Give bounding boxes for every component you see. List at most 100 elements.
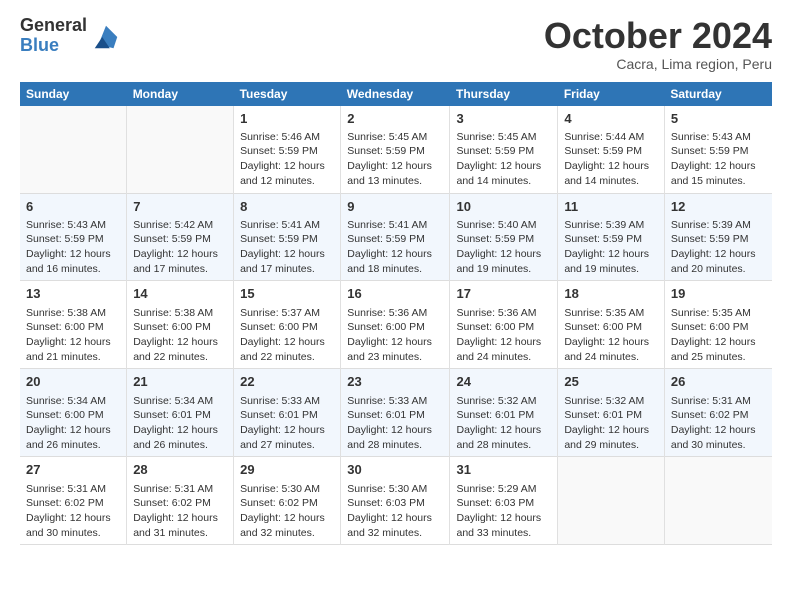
day-info-line: Sunrise: 5:32 AM	[564, 394, 658, 409]
week-row-1: 1Sunrise: 5:46 AMSunset: 5:59 PMDaylight…	[20, 106, 772, 193]
cell-w3-d5: 17Sunrise: 5:36 AMSunset: 6:00 PMDayligh…	[450, 281, 558, 369]
day-info-line: Sunset: 5:59 PM	[564, 144, 658, 159]
calendar-table: Sunday Monday Tuesday Wednesday Thursday…	[20, 82, 772, 546]
day-info-line: Daylight: 12 hours and 32 minutes.	[240, 511, 334, 540]
day-info-line: Daylight: 12 hours and 19 minutes.	[564, 247, 658, 276]
day-number: 28	[133, 461, 227, 479]
cell-w2-d1: 6Sunrise: 5:43 AMSunset: 5:59 PMDaylight…	[20, 193, 127, 281]
day-number: 20	[26, 373, 120, 391]
day-info-line: Daylight: 12 hours and 23 minutes.	[347, 335, 443, 364]
day-info-line: Sunset: 6:00 PM	[347, 320, 443, 335]
day-info-line: Sunrise: 5:33 AM	[240, 394, 334, 409]
day-info-line: Sunrise: 5:30 AM	[240, 482, 334, 497]
day-info-line: Daylight: 12 hours and 26 minutes.	[133, 423, 227, 452]
cell-w3-d7: 19Sunrise: 5:35 AMSunset: 6:00 PMDayligh…	[664, 281, 772, 369]
cell-w3-d1: 13Sunrise: 5:38 AMSunset: 6:00 PMDayligh…	[20, 281, 127, 369]
cell-w5-d5: 31Sunrise: 5:29 AMSunset: 6:03 PMDayligh…	[450, 457, 558, 545]
day-number: 5	[671, 110, 766, 128]
day-number: 16	[347, 285, 443, 303]
cell-w2-d3: 8Sunrise: 5:41 AMSunset: 5:59 PMDaylight…	[234, 193, 341, 281]
day-info-line: Daylight: 12 hours and 14 minutes.	[456, 159, 551, 188]
cell-w2-d2: 7Sunrise: 5:42 AMSunset: 5:59 PMDaylight…	[127, 193, 234, 281]
day-number: 27	[26, 461, 120, 479]
month-title: October 2024	[544, 16, 772, 56]
day-info-line: Sunset: 6:01 PM	[564, 408, 658, 423]
day-info-line: Sunrise: 5:41 AM	[240, 218, 334, 233]
header-row: Sunday Monday Tuesday Wednesday Thursday…	[20, 82, 772, 106]
day-number: 23	[347, 373, 443, 391]
day-info-line: Sunset: 5:59 PM	[133, 232, 227, 247]
cell-w3-d2: 14Sunrise: 5:38 AMSunset: 6:00 PMDayligh…	[127, 281, 234, 369]
cell-w1-d7: 5Sunrise: 5:43 AMSunset: 5:59 PMDaylight…	[664, 106, 772, 193]
logo-text: General Blue	[20, 16, 87, 56]
day-info-line: Sunset: 6:03 PM	[347, 496, 443, 511]
cell-w3-d6: 18Sunrise: 5:35 AMSunset: 6:00 PMDayligh…	[558, 281, 665, 369]
cell-w5-d6	[558, 457, 665, 545]
day-info-line: Sunset: 6:00 PM	[240, 320, 334, 335]
cell-w2-d7: 12Sunrise: 5:39 AMSunset: 5:59 PMDayligh…	[664, 193, 772, 281]
day-info-line: Sunset: 6:02 PM	[133, 496, 227, 511]
header: General Blue October 2024 Cacra, Lima re…	[20, 16, 772, 72]
col-wednesday: Wednesday	[341, 82, 450, 106]
day-number: 8	[240, 198, 334, 216]
day-info-line: Daylight: 12 hours and 28 minutes.	[456, 423, 551, 452]
day-info-line: Daylight: 12 hours and 22 minutes.	[240, 335, 334, 364]
day-number: 22	[240, 373, 334, 391]
day-info-line: Sunrise: 5:31 AM	[133, 482, 227, 497]
day-info-line: Daylight: 12 hours and 30 minutes.	[671, 423, 766, 452]
day-info-line: Sunrise: 5:40 AM	[456, 218, 551, 233]
cell-w5-d4: 30Sunrise: 5:30 AMSunset: 6:03 PMDayligh…	[341, 457, 450, 545]
day-info-line: Sunrise: 5:29 AM	[456, 482, 551, 497]
day-info-line: Sunrise: 5:45 AM	[347, 130, 443, 145]
day-info-line: Sunset: 6:02 PM	[26, 496, 120, 511]
day-info-line: Sunrise: 5:46 AM	[240, 130, 334, 145]
week-row-3: 13Sunrise: 5:38 AMSunset: 6:00 PMDayligh…	[20, 281, 772, 369]
day-info-line: Daylight: 12 hours and 16 minutes.	[26, 247, 120, 276]
day-info-line: Sunrise: 5:39 AM	[564, 218, 658, 233]
cell-w1-d1	[20, 106, 127, 193]
day-number: 17	[456, 285, 551, 303]
day-info-line: Daylight: 12 hours and 29 minutes.	[564, 423, 658, 452]
day-info-line: Sunset: 6:02 PM	[240, 496, 334, 511]
day-number: 30	[347, 461, 443, 479]
week-row-5: 27Sunrise: 5:31 AMSunset: 6:02 PMDayligh…	[20, 457, 772, 545]
cell-w2-d6: 11Sunrise: 5:39 AMSunset: 5:59 PMDayligh…	[558, 193, 665, 281]
day-number: 4	[564, 110, 658, 128]
cell-w1-d2	[127, 106, 234, 193]
cell-w1-d3: 1Sunrise: 5:46 AMSunset: 5:59 PMDaylight…	[234, 106, 341, 193]
day-info-line: Sunrise: 5:38 AM	[26, 306, 120, 321]
day-info-line: Sunset: 5:59 PM	[456, 232, 551, 247]
day-info-line: Sunrise: 5:41 AM	[347, 218, 443, 233]
logo-general: General	[20, 16, 87, 36]
day-info-line: Sunrise: 5:34 AM	[133, 394, 227, 409]
day-info-line: Sunset: 5:59 PM	[26, 232, 120, 247]
day-info-line: Daylight: 12 hours and 12 minutes.	[240, 159, 334, 188]
cell-w4-d4: 23Sunrise: 5:33 AMSunset: 6:01 PMDayligh…	[341, 369, 450, 457]
day-number: 25	[564, 373, 658, 391]
day-number: 11	[564, 198, 658, 216]
week-row-2: 6Sunrise: 5:43 AMSunset: 5:59 PMDaylight…	[20, 193, 772, 281]
day-number: 6	[26, 198, 120, 216]
cell-w4-d6: 25 Sunrise: 5:32 AMSunset: 6:01 PMDayligh…	[558, 369, 665, 457]
day-info-line: Sunset: 5:59 PM	[347, 144, 443, 159]
day-info-line: Sunrise: 5:33 AM	[347, 394, 443, 409]
day-info-line: Sunrise: 5:35 AM	[671, 306, 766, 321]
cell-w3-d4: 16Sunrise: 5:36 AMSunset: 6:00 PMDayligh…	[341, 281, 450, 369]
day-number: 2	[347, 110, 443, 128]
day-info-line: Sunrise: 5:35 AM	[564, 306, 658, 321]
cell-w4-d7: 26Sunrise: 5:31 AMSunset: 6:02 PMDayligh…	[664, 369, 772, 457]
day-info-line: Sunrise: 5:31 AM	[671, 394, 766, 409]
day-number: 21	[133, 373, 227, 391]
day-info-line: Sunset: 6:01 PM	[347, 408, 443, 423]
day-info-line: Sunset: 6:01 PM	[240, 408, 334, 423]
day-info-line: Sunset: 5:59 PM	[456, 144, 551, 159]
day-info-line: Sunset: 6:00 PM	[456, 320, 551, 335]
day-number: 12	[671, 198, 766, 216]
day-info-line: Daylight: 12 hours and 15 minutes.	[671, 159, 766, 188]
day-info-line: Sunrise: 5:32 AM	[456, 394, 551, 409]
day-info-line: Daylight: 12 hours and 17 minutes.	[133, 247, 227, 276]
day-info-line: Daylight: 12 hours and 20 minutes.	[671, 247, 766, 276]
cell-w4-d5: 24Sunrise: 5:32 AMSunset: 6:01 PMDayligh…	[450, 369, 558, 457]
day-info-line: Daylight: 12 hours and 24 minutes.	[456, 335, 551, 364]
day-info-line: Daylight: 12 hours and 18 minutes.	[347, 247, 443, 276]
